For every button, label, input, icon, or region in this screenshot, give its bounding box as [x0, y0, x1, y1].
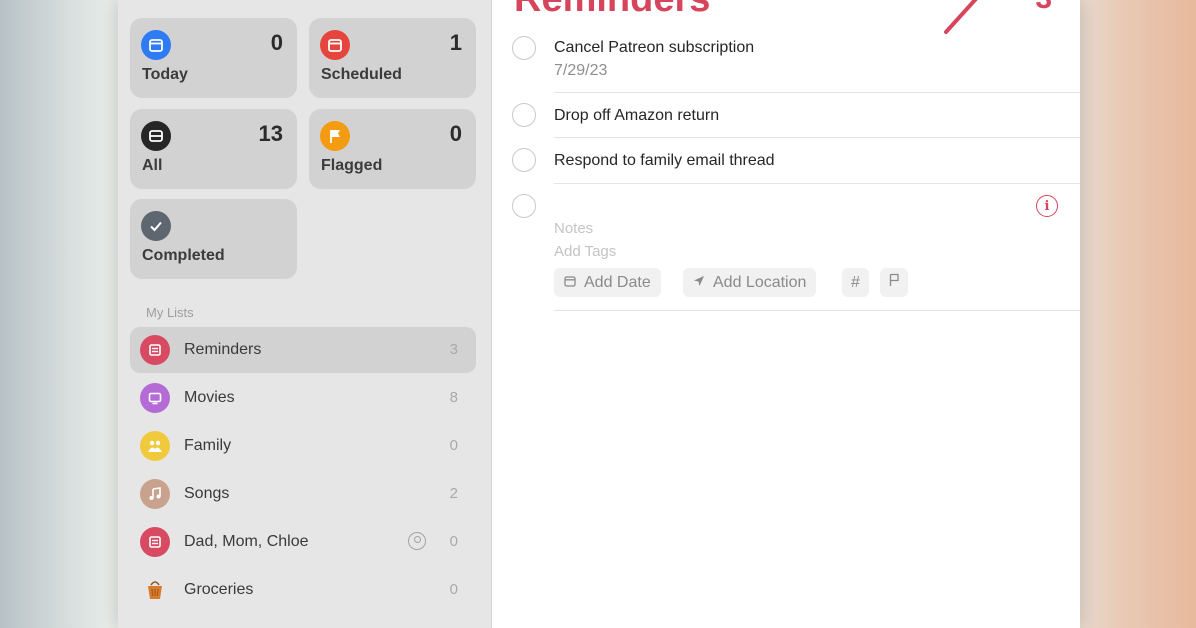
task-title[interactable]: Respond to family email thread	[554, 152, 775, 170]
list-item-family[interactable]: Family 0	[130, 423, 476, 469]
smart-list-scheduled[interactable]: 1 Scheduled	[309, 18, 476, 98]
calendar-icon	[141, 30, 171, 60]
flagged-count: 0	[449, 121, 462, 146]
list-name: Family	[184, 437, 232, 454]
shared-person-icon	[408, 532, 426, 550]
list-count: 3	[449, 341, 458, 358]
smart-list-today[interactable]: 0 Today	[130, 18, 297, 98]
pencil-icon	[944, 0, 978, 34]
my-lists-heading: My Lists	[146, 305, 194, 320]
all-count: 13	[258, 121, 283, 146]
add-location-label: Add Location	[713, 273, 807, 291]
calendar-icon	[564, 275, 576, 290]
task-complete-checkbox[interactable]	[512, 148, 536, 172]
task-due-date: 7/29/23	[554, 62, 608, 79]
scheduled-count: 1	[449, 30, 462, 55]
list-item-groceries[interactable]: Groceries 0	[130, 567, 476, 613]
list-name: Songs	[184, 485, 230, 502]
list-item-songs[interactable]: Songs 2	[130, 471, 476, 517]
notes-field[interactable]: Notes	[554, 220, 593, 237]
list-name: Dad, Mom, Chloe	[184, 533, 309, 550]
new-task-checkbox[interactable]	[512, 194, 536, 218]
checkmark-icon	[141, 211, 171, 241]
tags-field[interactable]: Add Tags	[554, 243, 616, 260]
list-count: 8	[449, 389, 458, 406]
task-title[interactable]: Cancel Patreon subscription	[554, 39, 754, 57]
list-count: 0	[449, 581, 458, 598]
list-name: Groceries	[184, 581, 254, 598]
smart-list-all[interactable]: 13 All	[130, 109, 297, 189]
divider	[554, 137, 1080, 138]
info-icon[interactable]: i	[1036, 195, 1058, 217]
flag-icon	[320, 121, 350, 151]
all-label: All	[142, 157, 163, 174]
completed-label: Completed	[142, 247, 225, 264]
list-total-count: 3	[1035, 0, 1052, 16]
flagged-label: Flagged	[321, 157, 383, 174]
list-item-dad-mom-chloe[interactable]: Dad, Mom, Chloe 0	[130, 519, 476, 565]
list-title: Reminders	[514, 0, 710, 21]
list-count: 2	[449, 485, 458, 502]
divider	[554, 310, 1080, 311]
tray-icon	[141, 121, 171, 151]
list-icon	[140, 335, 170, 365]
flag-icon	[888, 273, 900, 292]
reminders-window: 0 Today 1 Scheduled 13 All 0 Flagged Com…	[118, 0, 1080, 628]
add-flag-button[interactable]	[880, 268, 908, 297]
list-item-reminders[interactable]: Reminders 3	[130, 327, 476, 373]
today-label: Today	[142, 66, 188, 83]
divider	[554, 183, 1080, 184]
hashtag-icon: #	[851, 273, 860, 291]
list-item-movies[interactable]: Movies 8	[130, 375, 476, 421]
add-date-button[interactable]: Add Date	[554, 268, 661, 297]
tv-icon	[140, 383, 170, 413]
add-location-button[interactable]: Add Location	[683, 268, 817, 297]
calendar-icon	[320, 30, 350, 60]
scheduled-label: Scheduled	[321, 66, 402, 83]
task-complete-checkbox[interactable]	[512, 103, 536, 127]
task-title[interactable]: Drop off Amazon return	[554, 107, 719, 125]
main-content: Reminders 3 Cancel Patreon subscription …	[492, 0, 1080, 628]
add-tag-button[interactable]: #	[842, 268, 869, 297]
task-complete-checkbox[interactable]	[512, 36, 536, 60]
smart-list-flagged[interactable]: 0 Flagged	[309, 109, 476, 189]
list-name: Movies	[184, 389, 235, 406]
family-icon	[140, 431, 170, 461]
divider	[554, 92, 1080, 93]
list-count: 0	[449, 533, 458, 550]
list-name: Reminders	[184, 341, 262, 358]
music-note-icon	[140, 479, 170, 509]
sidebar: 0 Today 1 Scheduled 13 All 0 Flagged Com…	[118, 0, 492, 628]
list-count: 0	[449, 437, 458, 454]
smart-list-completed[interactable]: Completed	[130, 199, 297, 279]
today-count: 0	[270, 30, 283, 55]
list-icon	[140, 527, 170, 557]
basket-icon	[140, 575, 170, 605]
add-date-label: Add Date	[584, 273, 651, 291]
location-arrow-icon	[693, 275, 705, 290]
